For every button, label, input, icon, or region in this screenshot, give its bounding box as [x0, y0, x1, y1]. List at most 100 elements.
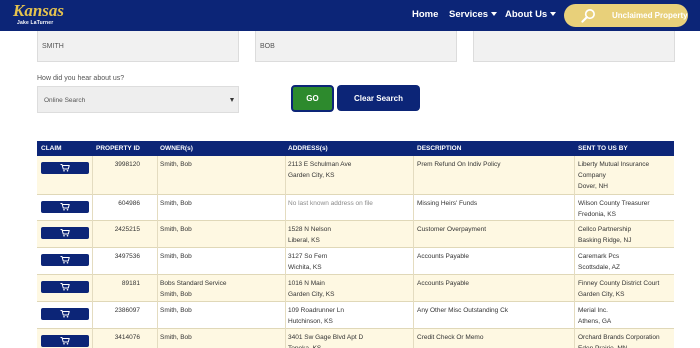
- cart-icon: [60, 310, 70, 318]
- address-cell: 1528 N Nelson Liberal, KS: [288, 226, 331, 244]
- logo-subtext: Jake LaTurner: [17, 20, 54, 26]
- third-search-field[interactable]: [473, 31, 675, 62]
- first-name-field[interactable]: BOB: [255, 31, 457, 62]
- results-table: CLAIM PROPERTY ID OWNER(s) ADDRESS(s) DE…: [37, 141, 674, 348]
- owner-cell: Smith, Bob: [160, 200, 192, 207]
- header-addresses: ADDRESS(s): [288, 145, 328, 152]
- cart-icon: [60, 164, 70, 172]
- sent-to-us-by-cell: Orchard Brands CorporationEden Prairie, …: [578, 334, 660, 348]
- description-cell: Credit Check Or Memo: [417, 334, 484, 341]
- description-cell: Prem Refund On Indiv Policy: [417, 161, 501, 168]
- nav-about-us[interactable]: About Us: [505, 9, 557, 20]
- description-cell: Accounts Payable: [417, 280, 470, 287]
- table-row: 604986 Smith, Bob No last known address on…: [37, 195, 674, 221]
- hear-about-us-select[interactable]: Online Search: [37, 86, 239, 113]
- owner-cell: Smith, Bob: [160, 253, 192, 260]
- hear-about-us-label: How did you hear about us?: [37, 75, 125, 82]
- cart-icon: [60, 229, 70, 237]
- column-divider: [157, 156, 158, 195]
- caret-down-icon: [230, 98, 234, 102]
- description-cell: Any Other Misc Outstanding Ck: [417, 307, 509, 314]
- cart-icon: [60, 337, 70, 345]
- column-divider: [157, 329, 158, 348]
- column-divider: [157, 248, 158, 275]
- column-divider: [285, 275, 286, 302]
- table-row: 2425215 Smith, Bob 1528 N Nelson Liberal, K…: [37, 221, 674, 248]
- column-divider: [157, 221, 158, 248]
- address-cell: 3401 Sw Gage Blvd Apt DTopeka, KS: [288, 334, 364, 348]
- column-divider: [574, 156, 575, 195]
- cart-icon: [60, 256, 70, 264]
- table-row: 89181 Bobs Standard Service Smith, Bob 1016…: [37, 275, 674, 302]
- address-cell: 3127 So Fern Wichita, KS: [288, 253, 328, 271]
- column-divider: [413, 248, 414, 275]
- unclaimed-property-button[interactable]: Unclaimed Property: [564, 4, 688, 27]
- column-divider: [413, 156, 414, 195]
- cart-icon: [60, 283, 70, 291]
- sent-to-us-by-cell: Liberty Mutual Insurance Company Dover, NH: [578, 161, 650, 190]
- last-name-field[interactable]: SMITH: [37, 31, 239, 62]
- claim-button[interactable]: [41, 227, 89, 239]
- column-divider: [574, 329, 575, 348]
- claim-button[interactable]: [41, 335, 89, 347]
- header-sent-to-us-by: SENT TO US BY: [578, 145, 628, 152]
- table-row: 3497536 Smith, Bob 3127 So Fern Wichita, KS…: [37, 248, 674, 275]
- sent-to-us-by-cell: Cellco Partnership Basking Ridge, NJ: [578, 226, 632, 244]
- header-property-id: PROPERTY ID: [96, 145, 140, 152]
- cart-icon: [60, 203, 70, 211]
- chevron-down-icon: [491, 12, 498, 17]
- column-divider: [413, 195, 414, 221]
- top-navbar: Kansas Jake LaTurner Home Services About…: [0, 0, 700, 31]
- first-name-value: BOB: [260, 43, 275, 50]
- nav-home[interactable]: Home: [412, 9, 438, 20]
- address-cell: 2113 E Schulman Ave Garden City, KS: [288, 161, 352, 179]
- sent-to-us-by-cell: Merial Inc. Athens, GA: [578, 307, 612, 325]
- owner-cell: Smith, Bob: [160, 334, 192, 341]
- column-divider: [574, 221, 575, 248]
- column-divider: [285, 329, 286, 348]
- description-cell: Missing Heirs' Funds: [417, 200, 478, 207]
- column-divider: [413, 302, 414, 329]
- description-cell: Accounts Payable: [417, 253, 470, 260]
- property-id-cell: 2425215: [114, 226, 140, 233]
- chevron-down-icon: [550, 12, 557, 17]
- property-id-cell: 604986: [118, 200, 140, 207]
- header-claim: CLAIM: [41, 145, 62, 152]
- column-divider: [413, 329, 414, 348]
- hear-about-us-value: Online Search: [44, 97, 86, 104]
- property-id-cell: 3497536: [114, 253, 140, 260]
- column-divider: [157, 195, 158, 221]
- claim-button[interactable]: [41, 281, 89, 293]
- claim-button[interactable]: [41, 308, 89, 320]
- table-row: 2386097 Smith, Bob 109 Roadrunner Ln Hutchi…: [37, 302, 674, 329]
- column-divider: [574, 195, 575, 221]
- clear-search-button[interactable]: Clear Search: [337, 85, 420, 111]
- property-id-cell: 2386097: [114, 307, 140, 314]
- logo-text: Kansas: [13, 1, 65, 20]
- address-cell: 109 Roadrunner Ln Hutchinson, KS: [288, 307, 345, 325]
- owner-cell: Smith, Bob: [160, 226, 192, 233]
- column-divider: [574, 302, 575, 329]
- sent-to-us-by-cell: Caremark Pcs Scottsdale, AZ: [578, 253, 620, 271]
- claim-button[interactable]: [41, 201, 89, 213]
- column-divider: [285, 195, 286, 221]
- column-divider: [285, 248, 286, 275]
- column-divider: [157, 302, 158, 329]
- sent-to-us-by-cell: Finney County District Court Garden City,…: [578, 280, 660, 298]
- unclaimed-property-label: Unclaimed Property: [612, 11, 688, 20]
- property-id-cell: 89181: [121, 280, 140, 287]
- column-divider: [157, 275, 158, 302]
- table-row: 3998120 Smith, Bob 2113 E Schulman Ave Gard…: [37, 156, 674, 195]
- owner-cell: Bobs Standard Service Smith, Bob: [160, 280, 227, 298]
- table-row: 3414076 Smith, Bob 3401 Sw Gage Blvd Apt D…: [37, 329, 674, 348]
- kansas-logo[interactable]: Kansas Jake LaTurner: [13, 1, 65, 29]
- address-cell: 1016 N Main Garden City, KS: [288, 280, 335, 298]
- nav-services[interactable]: Services: [449, 9, 498, 20]
- nav-home-label: Home: [412, 9, 439, 20]
- claim-button[interactable]: [41, 162, 89, 174]
- claim-button[interactable]: [41, 254, 89, 266]
- header-owners: OWNER(s): [160, 145, 193, 152]
- go-button[interactable]: GO: [291, 85, 334, 112]
- property-id-cell: 3414076: [114, 334, 140, 341]
- column-divider: [574, 275, 575, 302]
